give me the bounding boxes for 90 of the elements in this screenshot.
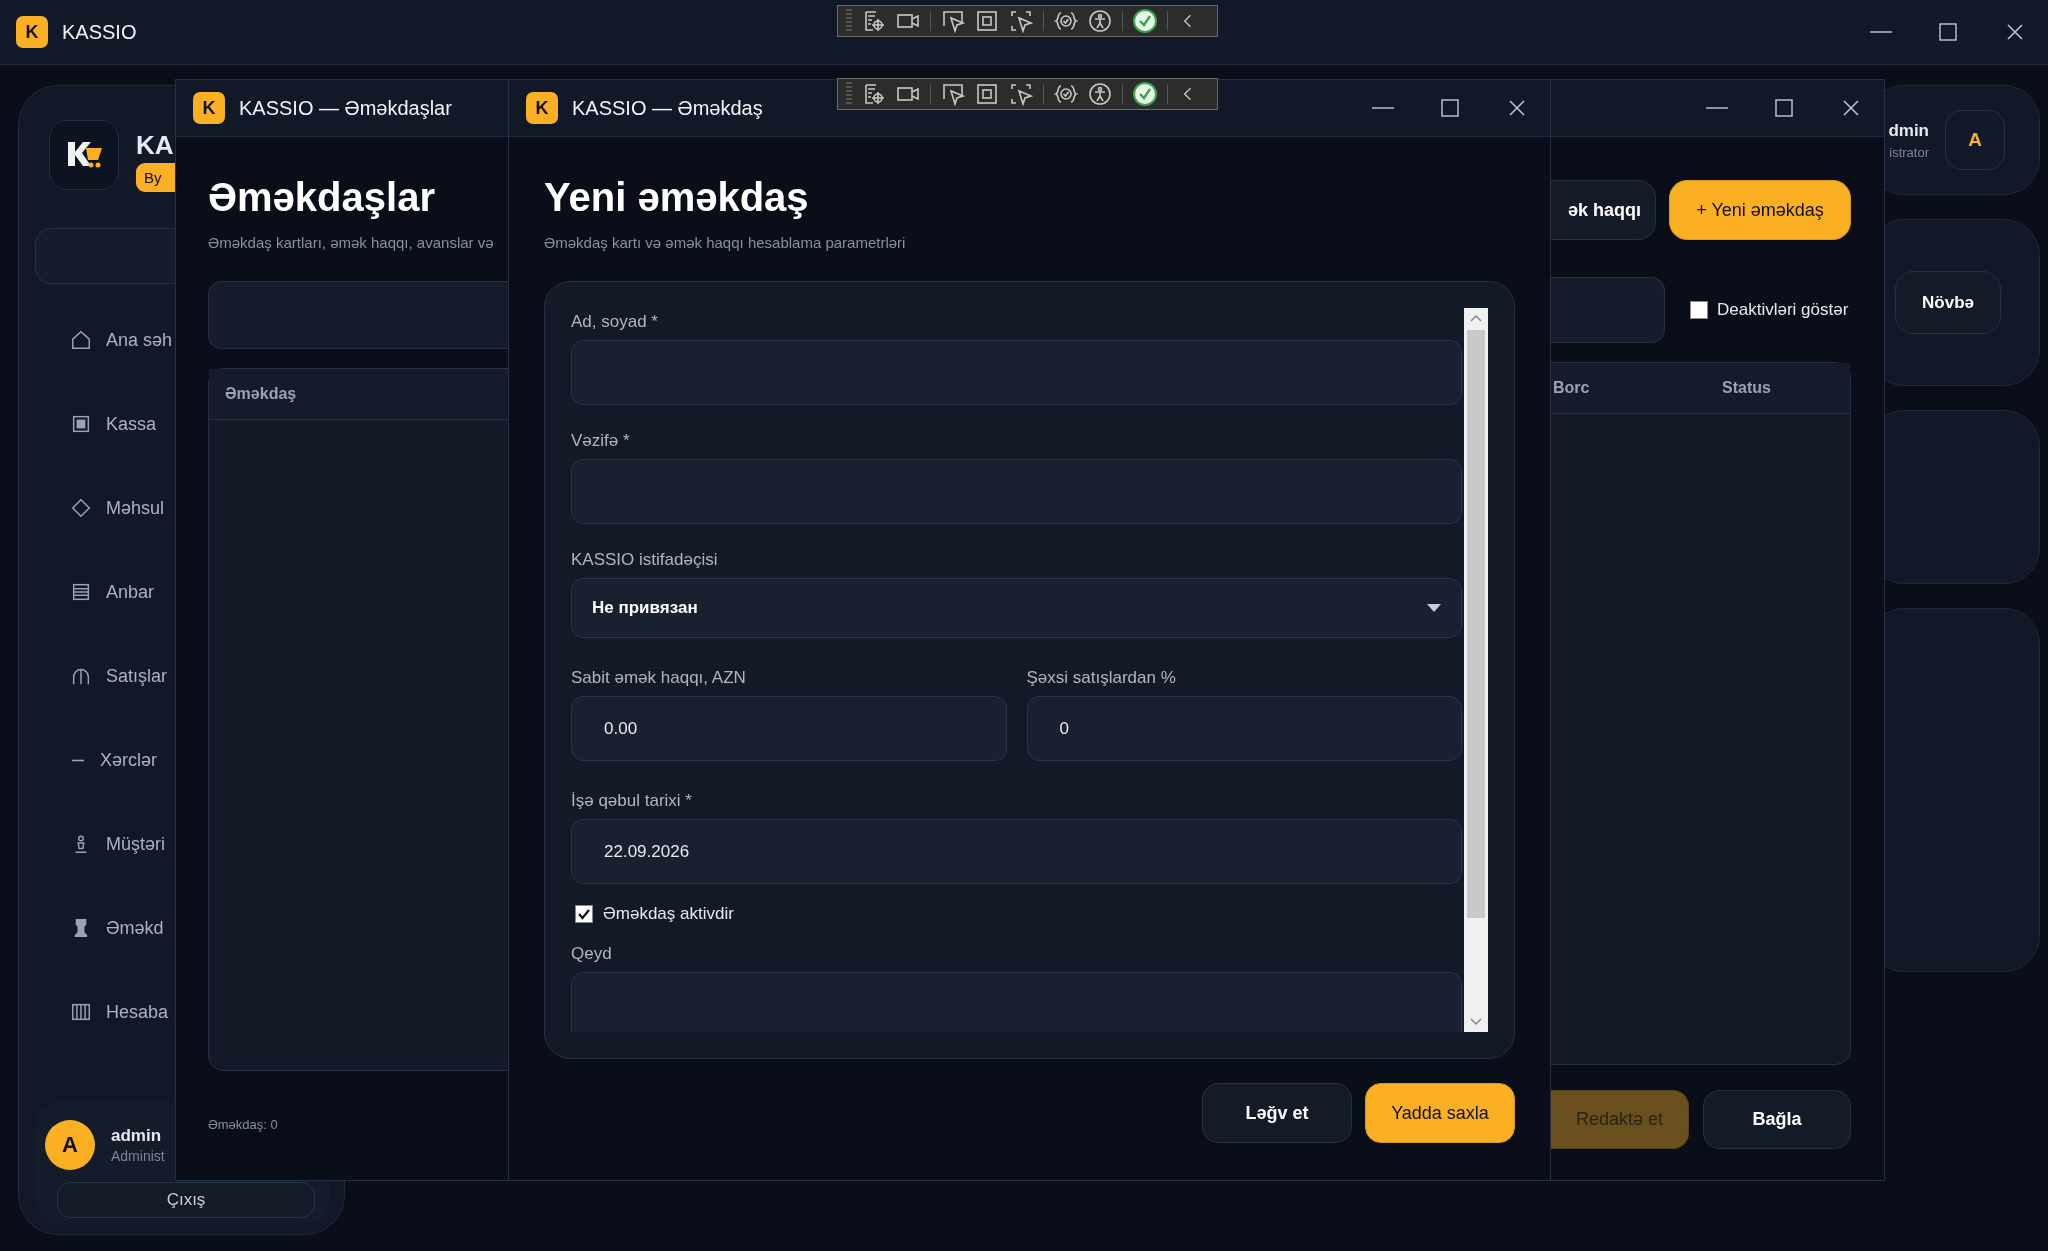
user-role: istrator: [1888, 144, 1929, 160]
input-field[interactable]: [1550, 277, 1665, 343]
dropdown[interactable]: Не привязан: [571, 578, 1462, 638]
save-button[interactable]: Yadda saxla: [1365, 1083, 1515, 1143]
checkbox[interactable]: [1690, 301, 1708, 319]
input-field[interactable]: [571, 340, 1462, 405]
list-icon: [70, 581, 92, 603]
check-circle-icon: [1133, 82, 1157, 106]
maximize-icon[interactable]: [1440, 99, 1459, 117]
field-label: Qeyd: [571, 944, 613, 964]
input-field[interactable]: [35, 228, 175, 284]
nav-item[interactable]: Kassa: [35, 382, 175, 466]
logo-icon: [49, 120, 119, 190]
dialog-subtitle: Əməkdaş kartı və əmək haqqı hesablama parametrləri: [544, 234, 907, 251]
nav-item[interactable]: Satışlar: [35, 634, 175, 718]
field-label: Ad, soyad *: [571, 312, 659, 332]
app-icon: K: [16, 16, 48, 48]
home-icon: [70, 329, 92, 351]
app-icon: K: [526, 92, 558, 124]
nav-item[interactable]: Əməkd: [35, 886, 175, 970]
minimize-icon[interactable]: [1704, 107, 1729, 109]
input-field[interactable]: 0.00: [571, 696, 1007, 761]
user-name: admin: [111, 1126, 163, 1146]
user-name: dmin: [1888, 120, 1929, 141]
cursor-select-icon: [1009, 82, 1033, 106]
cursor-icon: [941, 9, 965, 33]
window-title: KASSIO: [62, 20, 137, 44]
columns-icon: [70, 1001, 92, 1023]
check-circle-icon: [1133, 9, 1157, 33]
checkbox[interactable]: [575, 905, 593, 923]
window-title: KASSIO — Əməkdaşlar: [239, 96, 452, 120]
page-heading: Əməkdaşlar: [208, 175, 436, 220]
field-label: Vəzifə *: [571, 431, 631, 451]
accessibility-icon: [1088, 9, 1112, 33]
window-title: KASSIO — Əməkdaş: [572, 96, 763, 120]
salary-button[interactable]: ək haqqı: [1550, 180, 1656, 240]
close-icon[interactable]: [1508, 100, 1525, 116]
maximize-icon[interactable]: [1938, 23, 1957, 41]
maximize-icon[interactable]: [1774, 99, 1793, 117]
target-list-icon: [862, 9, 886, 33]
close-icon[interactable]: [1842, 100, 1859, 116]
column-header: Əməkdaş: [224, 385, 297, 403]
braces-check-icon: [1054, 82, 1078, 106]
minus-icon: [70, 758, 86, 762]
field-label: Şəxsi satışlardan %: [1026, 668, 1177, 688]
scrollbar[interactable]: [1464, 308, 1488, 1032]
input-field[interactable]: 22.09.2026: [571, 819, 1462, 884]
braces-check-icon: [1054, 9, 1078, 33]
square-icon: [975, 82, 999, 106]
cursor-icon: [941, 82, 965, 106]
nav-item[interactable]: Müştəri: [35, 802, 175, 886]
field-label: KASSIO istifadəçisi: [571, 550, 719, 570]
caret-icon: [1427, 604, 1441, 612]
column-header: Status: [1722, 379, 1771, 397]
shift-button[interactable]: Növbə: [1895, 271, 2001, 334]
brand-badge: By: [136, 163, 175, 192]
app-icon: K: [193, 92, 225, 124]
field-label: İşə qəbul tarixi *: [571, 791, 693, 811]
input-field[interactable]: [208, 281, 509, 349]
close-window-button[interactable]: Bağla: [1703, 1090, 1851, 1149]
square-icon: [70, 413, 92, 435]
logout-button[interactable]: Çıxış: [57, 1182, 315, 1218]
cursor-select-icon: [1009, 9, 1033, 33]
nav-item[interactable]: Hesaba: [35, 970, 175, 1054]
user-avatar: A: [45, 1120, 95, 1170]
dialog-heading: Yeni əməkdaş: [544, 175, 810, 220]
nav-item[interactable]: Anbar: [35, 550, 175, 634]
employee-count: Əməkdaş: 0: [208, 1117, 279, 1132]
new-employee-button[interactable]: + Yeni əməkdaş: [1669, 180, 1851, 240]
accessibility-icon: [1088, 82, 1112, 106]
square-icon: [975, 9, 999, 33]
diamond-icon: [70, 497, 92, 519]
user-avatar[interactable]: A: [1945, 110, 2005, 170]
input-field[interactable]: 0: [1026, 696, 1462, 761]
checkbox-label: Əməkdaş aktivdir: [603, 904, 734, 924]
page-subtitle: Əməkdaş kartları, əmək haqqı, avanslar və: [208, 234, 495, 251]
nav-item[interactable]: Məhsul: [35, 466, 175, 550]
user-role: Administ: [111, 1148, 165, 1164]
nav-item[interactable]: Xərclər: [35, 718, 175, 802]
brand-name: KA: [136, 130, 175, 161]
checkbox-label: Deaktivləri göstər: [1717, 300, 1849, 320]
minimize-icon[interactable]: [1370, 107, 1395, 109]
nav-item[interactable]: Ana səh: [35, 298, 175, 382]
field-label: Sabit əmək haqqı, AZN: [571, 668, 747, 688]
close-icon[interactable]: [2006, 24, 2023, 40]
input-field[interactable]: [571, 459, 1462, 524]
cancel-button[interactable]: Ləğv et: [1202, 1083, 1352, 1143]
target-list-icon: [862, 82, 886, 106]
minimize-icon[interactable]: [1868, 31, 1893, 33]
column-header: Borc: [1553, 379, 1591, 397]
